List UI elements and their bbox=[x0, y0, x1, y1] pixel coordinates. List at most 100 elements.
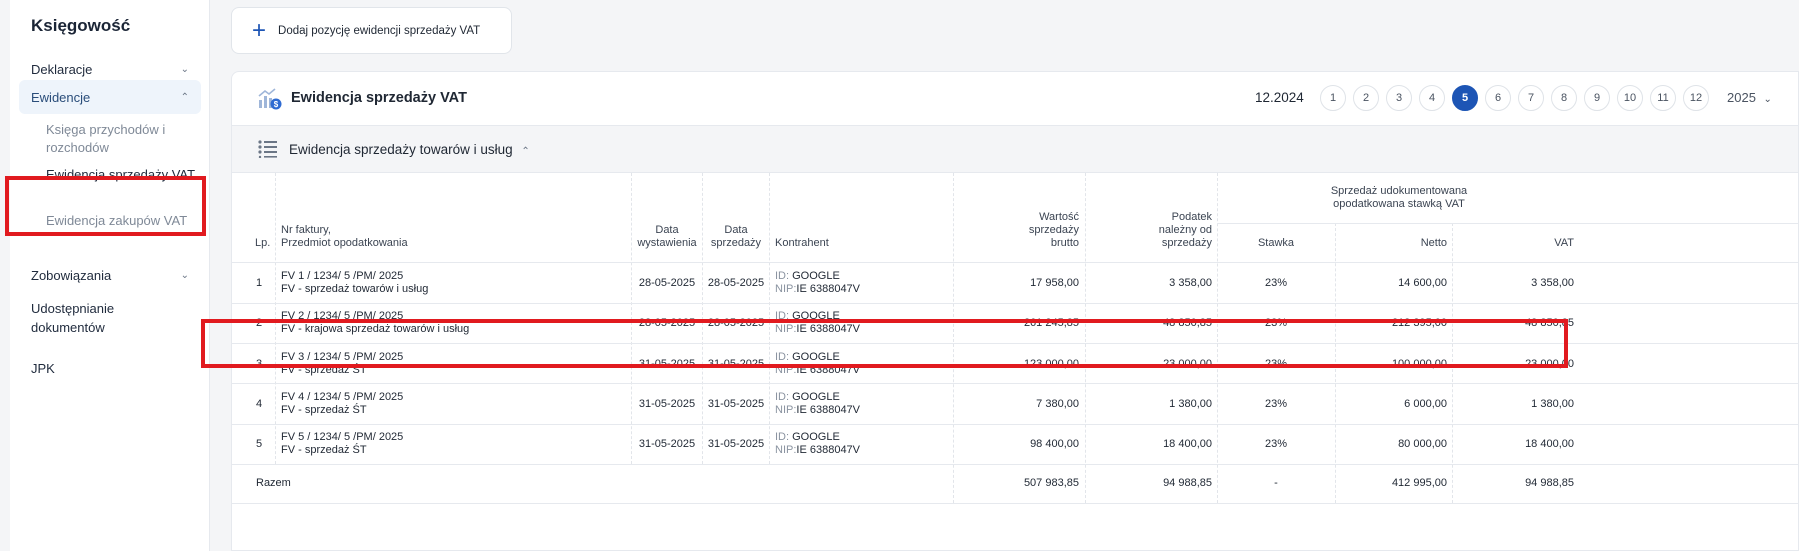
total-brutto: 507 983,85 bbox=[1023, 477, 1079, 489]
cell-podatek: 3 358,00 bbox=[1169, 277, 1212, 289]
cell-data-sprz: 28-05-2025 bbox=[707, 277, 765, 289]
chevron-up-icon: ⌃ bbox=[521, 146, 530, 157]
month-5[interactable]: 5 bbox=[1452, 85, 1478, 111]
sidebar-subitem-ksiega[interactable]: Księga przychodów i rozchodów bbox=[46, 121, 196, 157]
sidebar-item-ewidencje[interactable]: Ewidencje ⌃ bbox=[19, 80, 201, 114]
header-data-wyst-2: wystawienia bbox=[637, 237, 697, 249]
cell-przedmiot: FV - sprzedaż ŚT bbox=[281, 444, 367, 456]
header-data-sprz-2: sprzedaży bbox=[710, 237, 762, 249]
cell-nr: FV 1 / 1234/ 5 /PM/ 2025 bbox=[281, 270, 404, 282]
year-select[interactable]: 2025 ⌄ bbox=[1727, 90, 1772, 105]
header-stawka: Stawka bbox=[1257, 237, 1295, 249]
cell-nip: IE 6388047V bbox=[796, 283, 861, 295]
cell-data-wyst: 28-05-2025 bbox=[638, 277, 696, 289]
cell-przedmiot: FV - sprzedaż towarów i usług bbox=[281, 283, 429, 295]
year-value: 2025 bbox=[1727, 90, 1756, 105]
period-label: 12.2024 bbox=[1255, 90, 1304, 105]
sidebar-item-zobowiazania[interactable]: Zobowiązania ⌄ bbox=[19, 258, 201, 292]
id-label: ID: bbox=[775, 270, 790, 282]
cell-nip: IE 6388047V bbox=[796, 404, 861, 416]
cell-id: GOOGLE bbox=[792, 270, 840, 282]
cell-stawka: 23% bbox=[1264, 277, 1288, 289]
id-label: ID: bbox=[775, 431, 790, 443]
cell-data-wyst: 31-05-2025 bbox=[638, 398, 696, 410]
month-1[interactable]: 1 bbox=[1320, 85, 1346, 111]
list-icon bbox=[258, 140, 277, 158]
panel-header: $ Ewidencja sprzedaży VAT 12.2024 1 2 3 … bbox=[232, 72, 1798, 126]
highlight-box-row bbox=[201, 319, 1568, 368]
sidebar-item-label: Ewidencje bbox=[31, 89, 91, 105]
cell-nr: FV 5 / 1234/ 5 /PM/ 2025 bbox=[281, 431, 404, 443]
header-lp: Lp. bbox=[255, 237, 271, 249]
cell-nip: IE 6388047V bbox=[796, 444, 861, 456]
cell-podatek: 1 380,00 bbox=[1169, 398, 1212, 410]
chevron-down-icon: ⌄ bbox=[180, 63, 189, 75]
cell-netto: 80 000,00 bbox=[1398, 438, 1447, 450]
total-podatek: 94 988,85 bbox=[1163, 477, 1212, 489]
month-8[interactable]: 8 bbox=[1551, 85, 1577, 111]
month-9[interactable]: 9 bbox=[1584, 85, 1610, 111]
header-vat: VAT bbox=[1554, 237, 1574, 249]
header-data-wyst-1: Data bbox=[655, 224, 679, 236]
month-3[interactable]: 3 bbox=[1386, 85, 1412, 111]
total-stawka: - bbox=[1274, 477, 1278, 489]
month-11[interactable]: 11 bbox=[1650, 85, 1676, 111]
cell-netto: 6 000,00 bbox=[1404, 398, 1447, 410]
cell-stawka: 23% bbox=[1264, 398, 1288, 410]
header-data-sprz-1: Data bbox=[724, 224, 748, 236]
total-vat: 94 988,85 bbox=[1525, 477, 1574, 489]
cell-vat: 1 380,00 bbox=[1531, 398, 1574, 410]
cell-nr: FV 4 / 1234/ 5 /PM/ 2025 bbox=[281, 391, 404, 403]
highlight-box-sidebar bbox=[5, 176, 206, 236]
cell-brutto: 7 380,00 bbox=[1036, 398, 1079, 410]
total-netto: 412 995,00 bbox=[1391, 477, 1447, 489]
header-group-2: opodatkowana stawką VAT bbox=[1333, 198, 1465, 210]
section-toggle[interactable]: Ewidencja sprzedaży towarów i usług ⌃ bbox=[289, 142, 530, 157]
header-wartosc-1: Wartość bbox=[1039, 211, 1079, 223]
sidebar-item-jpk[interactable]: JPK bbox=[31, 359, 191, 378]
month-10[interactable]: 10 bbox=[1617, 85, 1643, 111]
sales-chart-icon: $ bbox=[258, 88, 282, 110]
header-wartosc-2: sprzedaży bbox=[1028, 224, 1079, 236]
cell-data-sprz: 31-05-2025 bbox=[707, 438, 765, 450]
cell-data-sprz: 31-05-2025 bbox=[707, 398, 765, 410]
sidebar-title: Księgowość bbox=[31, 16, 131, 35]
panel-title: Ewidencja sprzedaży VAT bbox=[291, 90, 467, 106]
header-netto: Netto bbox=[1420, 237, 1447, 249]
plus-icon: + bbox=[252, 16, 267, 44]
cell-lp: 5 bbox=[256, 438, 263, 450]
cell-przedmiot: FV - sprzedaż ŚT bbox=[281, 404, 367, 416]
cell-id: GOOGLE bbox=[792, 431, 840, 443]
nip-label: NIP: bbox=[775, 283, 797, 295]
month-selector: 1 2 3 4 5 6 7 8 9 10 11 12 bbox=[1320, 85, 1709, 111]
month-12[interactable]: 12 bbox=[1683, 85, 1709, 111]
sidebar: Księgowość Deklaracje ⌄ Ewidencje ⌃ Księ… bbox=[10, 0, 210, 551]
chevron-up-icon: ⌃ bbox=[180, 91, 189, 103]
total-label: Razem bbox=[256, 477, 291, 489]
nip-label: NIP: bbox=[775, 444, 797, 456]
sidebar-item-udostepnianie[interactable]: Udostępnianie dokumentów bbox=[31, 299, 191, 337]
cell-brutto: 98 400,00 bbox=[1030, 438, 1079, 450]
add-sales-entry-button[interactable]: + Dodaj pozycję ewidencji sprzedaży VAT bbox=[231, 7, 512, 54]
header-podatek-1: Podatek bbox=[1171, 211, 1212, 223]
sidebar-item-label: Zobowiązania bbox=[31, 267, 112, 283]
cell-id: GOOGLE bbox=[792, 391, 840, 403]
nip-label: NIP: bbox=[775, 404, 797, 416]
header-kontrahent: Kontrahent bbox=[775, 237, 829, 249]
cell-data-wyst: 31-05-2025 bbox=[638, 438, 696, 450]
month-2[interactable]: 2 bbox=[1353, 85, 1379, 111]
cell-vat: 3 358,00 bbox=[1531, 277, 1574, 289]
header-podatek-3: sprzedaży bbox=[1161, 237, 1212, 249]
svg-text:$: $ bbox=[274, 100, 279, 109]
month-7[interactable]: 7 bbox=[1518, 85, 1544, 111]
cell-vat: 18 400,00 bbox=[1525, 438, 1574, 450]
cell-brutto: 17 958,00 bbox=[1030, 277, 1079, 289]
sales-vat-panel: $ Ewidencja sprzedaży VAT 12.2024 1 2 3 … bbox=[231, 71, 1799, 551]
month-4[interactable]: 4 bbox=[1419, 85, 1445, 111]
section-bar: Ewidencja sprzedaży towarów i usług ⌃ bbox=[232, 126, 1798, 173]
section-title: Ewidencja sprzedaży towarów i usług bbox=[289, 142, 513, 157]
sidebar-item-label: Deklaracje bbox=[31, 61, 93, 77]
month-6[interactable]: 6 bbox=[1485, 85, 1511, 111]
cell-stawka: 23% bbox=[1264, 438, 1288, 450]
chevron-down-icon: ⌄ bbox=[180, 269, 189, 281]
